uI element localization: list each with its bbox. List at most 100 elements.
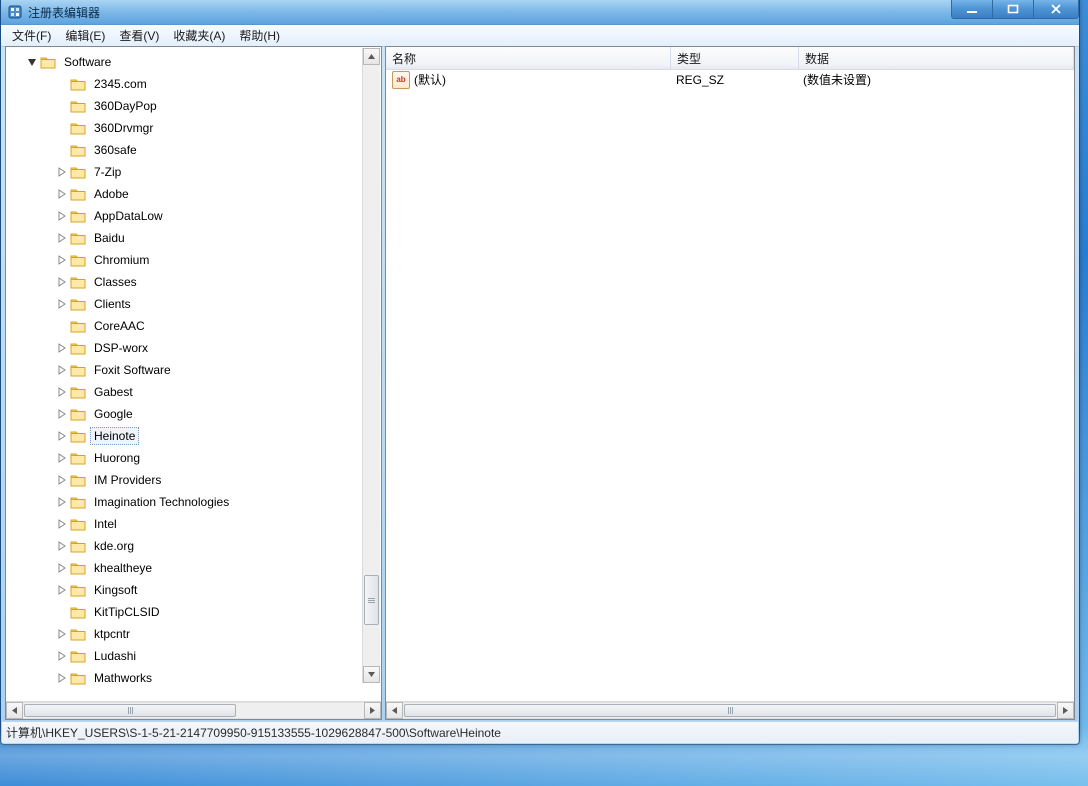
menu-help[interactable]: 帮助(H) xyxy=(232,25,287,46)
tree-node[interactable]: Heinote xyxy=(6,425,381,447)
expander-icon[interactable] xyxy=(56,210,68,222)
tree-label: Ludashi xyxy=(90,647,140,665)
tree-node[interactable]: kde.org xyxy=(6,535,381,557)
value-row[interactable]: ab(默认)REG_SZ(数值未设置) xyxy=(386,70,1074,89)
tree-node[interactable]: CoreAAC xyxy=(6,315,381,337)
tree-node[interactable]: Kingsoft xyxy=(6,579,381,601)
expander-icon[interactable] xyxy=(56,562,68,574)
expander-icon[interactable] xyxy=(56,188,68,200)
tree-node[interactable]: 360safe xyxy=(6,139,381,161)
scroll-thumb[interactable] xyxy=(404,704,1056,717)
expander-icon[interactable] xyxy=(26,56,38,68)
expander-icon[interactable] xyxy=(56,298,68,310)
tree-node[interactable]: Google xyxy=(6,403,381,425)
expander-icon[interactable] xyxy=(56,518,68,530)
folder-icon xyxy=(70,231,86,245)
tree-node[interactable]: 360Drvmgr xyxy=(6,117,381,139)
tree-node[interactable]: ktpcntr xyxy=(6,623,381,645)
scroll-track[interactable] xyxy=(363,65,380,666)
expander-icon[interactable] xyxy=(56,540,68,552)
tree-node[interactable]: KitTipCLSID xyxy=(6,601,381,623)
tree-node[interactable]: Ludashi xyxy=(6,645,381,667)
titlebar[interactable]: 注册表编辑器 xyxy=(1,0,1079,25)
folder-icon xyxy=(70,385,86,399)
folder-icon xyxy=(70,407,86,421)
menu-edit[interactable]: 编辑(E) xyxy=(58,25,112,46)
tree-node[interactable]: DSP-worx xyxy=(6,337,381,359)
tree-node[interactable]: Imagination Technologies xyxy=(6,491,381,513)
expander-icon[interactable] xyxy=(56,386,68,398)
menu-view[interactable]: 查看(V) xyxy=(112,25,166,46)
menubar: 文件(F) 编辑(E) 查看(V) 收藏夹(A) 帮助(H) xyxy=(1,25,1079,47)
col-data[interactable]: 数据 xyxy=(799,47,1074,69)
col-type[interactable]: 类型 xyxy=(671,47,799,69)
close-button[interactable] xyxy=(1033,0,1079,19)
tree-node[interactable]: Intel xyxy=(6,513,381,535)
expander-icon[interactable] xyxy=(56,584,68,596)
scroll-right-button[interactable] xyxy=(1057,702,1074,719)
scroll-down-button[interactable] xyxy=(363,666,380,683)
client-area: Software 2345.com360DayPop360Drvmgr360saf… xyxy=(5,46,1075,720)
scroll-track[interactable] xyxy=(23,702,364,719)
expander-icon[interactable] xyxy=(56,408,68,420)
tree-node[interactable]: Clients xyxy=(6,293,381,315)
values-hscrollbar[interactable] xyxy=(386,701,1074,719)
tree-node[interactable]: Gabest xyxy=(6,381,381,403)
menu-file[interactable]: 文件(F) xyxy=(5,25,58,46)
expander-icon[interactable] xyxy=(56,474,68,486)
minimize-button[interactable] xyxy=(951,0,993,19)
expander-icon[interactable] xyxy=(56,254,68,266)
values-list[interactable]: ab(默认)REG_SZ(数值未设置) xyxy=(386,70,1074,701)
tree-node[interactable]: Chromium xyxy=(6,249,381,271)
values-header: 名称 类型 数据 xyxy=(386,47,1074,70)
scroll-thumb[interactable] xyxy=(364,575,379,625)
expander-icon[interactable] xyxy=(56,364,68,376)
tree-label: 7-Zip xyxy=(90,163,125,181)
tree-label: Gabest xyxy=(90,383,137,401)
expander-icon[interactable] xyxy=(56,232,68,244)
window-controls xyxy=(952,0,1079,19)
tree-label: Huorong xyxy=(90,449,144,467)
menu-favorites[interactable]: 收藏夹(A) xyxy=(166,25,232,46)
expander-icon[interactable] xyxy=(56,452,68,464)
col-name[interactable]: 名称 xyxy=(386,47,671,69)
expander-icon[interactable] xyxy=(56,166,68,178)
tree-node[interactable]: AppDataLow xyxy=(6,205,381,227)
folder-icon xyxy=(70,209,86,223)
expander-icon[interactable] xyxy=(56,430,68,442)
tree-node[interactable]: Mathworks xyxy=(6,667,381,689)
tree-node[interactable]: khealtheye xyxy=(6,557,381,579)
tree-label: Software xyxy=(60,53,115,71)
tree-node[interactable]: Classes xyxy=(6,271,381,293)
expander-icon[interactable] xyxy=(56,276,68,288)
scroll-thumb[interactable] xyxy=(24,704,236,717)
expander-icon[interactable] xyxy=(56,496,68,508)
expander-icon[interactable] xyxy=(56,628,68,640)
expander-icon[interactable] xyxy=(56,650,68,662)
scroll-left-button[interactable] xyxy=(386,702,403,719)
tree-vscrollbar[interactable] xyxy=(362,48,380,683)
tree-node-software[interactable]: Software xyxy=(6,51,381,73)
tree-node[interactable]: 360DayPop xyxy=(6,95,381,117)
tree-node[interactable]: Baidu xyxy=(6,227,381,249)
expander-icon[interactable] xyxy=(56,342,68,354)
scroll-left-button[interactable] xyxy=(6,702,23,719)
tree-node[interactable]: Huorong xyxy=(6,447,381,469)
tree-node[interactable]: Foxit Software xyxy=(6,359,381,381)
maximize-button[interactable] xyxy=(992,0,1034,19)
scroll-right-button[interactable] xyxy=(364,702,381,719)
registry-tree[interactable]: Software 2345.com360DayPop360Drvmgr360saf… xyxy=(6,47,381,701)
tree-label: Mathworks xyxy=(90,669,156,687)
tree-node[interactable]: IM Providers xyxy=(6,469,381,491)
tree-node[interactable]: Adobe xyxy=(6,183,381,205)
expander-icon[interactable] xyxy=(56,672,68,684)
tree-label: DSP-worx xyxy=(90,339,152,357)
tree-label: Chromium xyxy=(90,251,153,269)
scroll-up-button[interactable] xyxy=(363,48,380,65)
tree-label: IM Providers xyxy=(90,471,165,489)
scroll-track[interactable] xyxy=(403,702,1057,719)
tree-label: Heinote xyxy=(90,427,139,445)
tree-node[interactable]: 7-Zip xyxy=(6,161,381,183)
tree-node[interactable]: 2345.com xyxy=(6,73,381,95)
tree-hscrollbar[interactable] xyxy=(6,701,381,719)
